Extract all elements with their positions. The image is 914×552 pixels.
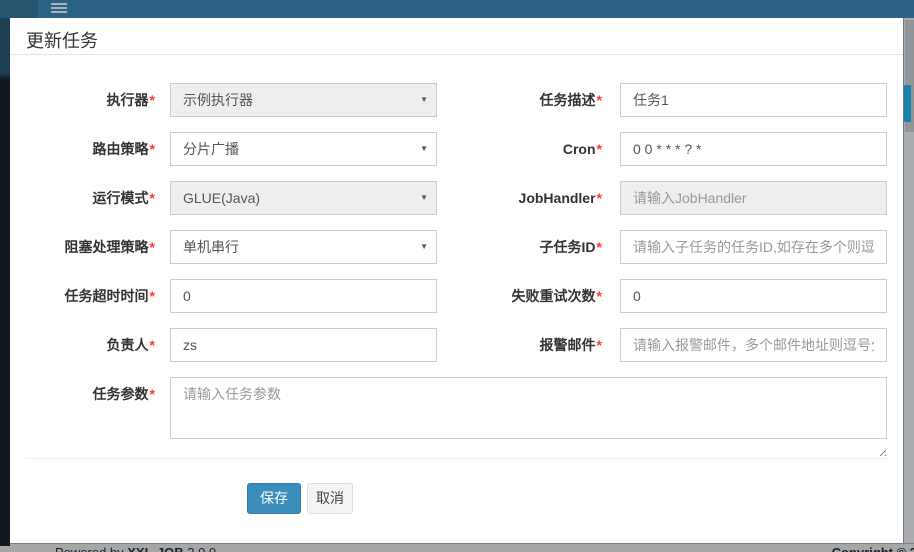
navbar-logo-area: [0, 0, 38, 18]
block-strategy-select[interactable]: 单机串行 ▼: [170, 230, 437, 264]
job-param-label: 任务参数*: [25, 377, 155, 411]
fail-retry-label: 失败重试次数*: [472, 279, 602, 313]
glue-type-label: 运行模式*: [25, 181, 155, 215]
cron-label: Cron*: [472, 132, 602, 166]
route-strategy-select[interactable]: 分片广播 ▼: [170, 132, 437, 166]
route-strategy-label: 路由策略*: [25, 132, 155, 166]
job-desc-input[interactable]: [620, 83, 887, 117]
child-jobid-label: 子任务ID*: [472, 230, 602, 264]
modal-header: 更新任务: [10, 18, 903, 55]
page-footer: Powered by XXL-JOB 2.0.0 Copyright © 2: [0, 543, 914, 552]
chevron-down-icon: ▼: [420, 231, 428, 263]
resize-handle-icon[interactable]: [876, 446, 886, 456]
save-button[interactable]: 保存: [247, 483, 301, 514]
block-strategy-label: 阻塞处理策略*: [25, 230, 155, 264]
glue-type-select[interactable]: GLUE(Java) ▼: [170, 181, 437, 215]
modal-title: 更新任务: [26, 27, 98, 53]
timeout-label: 任务超时时间*: [25, 279, 155, 313]
author-label: 负责人*: [25, 328, 155, 362]
executor-select[interactable]: 示例执行器 ▼: [170, 83, 437, 117]
alarm-email-input[interactable]: [620, 328, 887, 362]
job-param-textarea[interactable]: [170, 377, 887, 439]
chevron-down-icon: ▼: [420, 182, 428, 214]
job-desc-label: 任务描述*: [472, 83, 602, 117]
backdrop-left-strip: [0, 18, 10, 545]
timeout-input[interactable]: [170, 279, 437, 313]
form-row: 路由策略* 分片广播 ▼ Cron*: [10, 132, 903, 166]
chevron-down-icon: ▼: [420, 133, 428, 165]
alarm-email-label: 报警邮件*: [472, 328, 602, 362]
author-input[interactable]: [170, 328, 437, 362]
child-jobid-input[interactable]: [620, 230, 887, 264]
background-button-edge: [904, 85, 911, 122]
job-handler-input[interactable]: [620, 181, 887, 215]
form-row: 执行器* 示例执行器 ▼ 任务描述*: [10, 83, 903, 117]
divider: [25, 458, 888, 459]
form-row: 任务超时时间* 失败重试次数*: [10, 279, 903, 313]
form-row: 负责人* 报警邮件*: [10, 328, 903, 362]
copyright-text: Copyright © 2: [832, 545, 914, 552]
fail-retry-input[interactable]: [620, 279, 887, 313]
screen: 更新任务 执行器* 示例执行器 ▼ 任务描述* 路由策略* 分片广播 ▼ Cro…: [0, 0, 914, 552]
cron-input[interactable]: [620, 132, 887, 166]
form-row: 任务参数*: [10, 377, 903, 439]
chevron-down-icon: ▼: [420, 84, 428, 116]
cancel-button[interactable]: 取消: [307, 483, 353, 514]
executor-label: 执行器*: [25, 83, 155, 117]
top-navbar: [0, 0, 914, 18]
hamburger-menu-icon[interactable]: [51, 3, 67, 15]
powered-by-text: Powered by XXL-JOB 2.0.0: [55, 545, 216, 552]
update-job-modal: 更新任务 执行器* 示例执行器 ▼ 任务描述* 路由策略* 分片广播 ▼ Cro…: [10, 18, 903, 542]
form-row: 阻塞处理策略* 单机串行 ▼ 子任务ID*: [10, 230, 903, 264]
brand-name: XXL-JOB: [127, 545, 183, 552]
job-handler-label: JobHandler*: [472, 181, 602, 215]
backdrop-left-cap: [0, 543, 10, 546]
form-row: 运行模式* GLUE(Java) ▼ JobHandler*: [10, 181, 903, 215]
